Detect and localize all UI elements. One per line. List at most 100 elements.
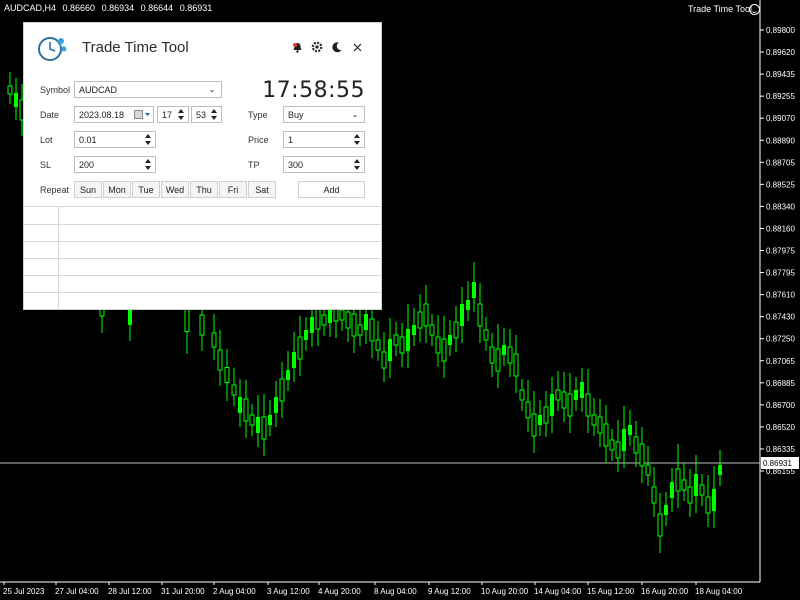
candle-body — [364, 314, 368, 330]
candle-body — [567, 393, 573, 417]
list-row-divider — [24, 258, 381, 259]
candle-body — [297, 336, 303, 360]
candle-body — [292, 352, 296, 368]
tp-input[interactable]: 300 — [283, 156, 365, 173]
candle-body — [472, 282, 476, 298]
time-tick-label: 15 Aug 12:00 — [587, 587, 635, 596]
chart-high: 0.86934 — [101, 3, 135, 13]
time-tick-label: 2 Aug 04:00 — [213, 587, 256, 596]
day-button-sat[interactable]: Sat — [248, 181, 276, 198]
day-button-tue[interactable]: Tue — [132, 181, 160, 198]
symbol-select[interactable]: AUDCAD ⌄ — [74, 81, 222, 98]
indicator-label: Trade Time Tool — [687, 4, 752, 14]
minute-stepper[interactable]: 53 — [191, 106, 222, 123]
candle-body — [460, 304, 464, 326]
bell-icon[interactable] — [291, 41, 303, 53]
candle-body — [597, 416, 603, 434]
candle-body — [268, 415, 272, 425]
candle-body — [574, 390, 578, 400]
sl-input[interactable]: 200 — [74, 156, 156, 173]
type-select[interactable]: Buy ⌄ — [283, 106, 365, 123]
time-tick-label: 4 Aug 20:00 — [318, 587, 361, 596]
moon-icon[interactable] — [331, 41, 343, 53]
spin-arrows-icon[interactable] — [354, 133, 360, 146]
price-input[interactable]: 1 — [283, 131, 365, 148]
candle-body — [477, 303, 483, 327]
candle-body — [495, 348, 501, 372]
time-tick-label: 18 Aug 04:00 — [695, 587, 743, 596]
chevron-down-icon: ⌄ — [208, 85, 216, 94]
candle-body — [249, 414, 255, 426]
candle-body — [441, 338, 447, 362]
list-row-divider — [24, 275, 381, 276]
add-button[interactable]: Add — [298, 181, 365, 198]
calendar-icon[interactable] — [134, 110, 151, 119]
price-tick-label: 0.87065 — [766, 357, 795, 366]
gear-icon[interactable] — [311, 41, 323, 53]
chart-low: 0.86644 — [140, 3, 174, 13]
candle-body — [513, 353, 519, 377]
candle-body — [399, 336, 405, 354]
candle-body — [705, 496, 711, 514]
candle-body — [388, 339, 392, 361]
candle-body — [14, 93, 18, 107]
spin-arrows-icon[interactable] — [354, 158, 360, 171]
candle-body — [453, 321, 459, 339]
candle-body — [369, 318, 375, 342]
price-tick-label: 0.87430 — [766, 313, 795, 322]
hour-stepper[interactable]: 17 — [157, 106, 189, 123]
day-button-sun[interactable]: Sun — [74, 181, 102, 198]
price-tick-label: 0.87795 — [766, 269, 795, 278]
lot-input[interactable]: 0.01 — [74, 131, 156, 148]
candle-body — [507, 346, 513, 364]
time-tick-label: 10 Aug 20:00 — [481, 587, 529, 596]
price-tick-label: 0.88525 — [766, 180, 795, 189]
candle-body — [615, 441, 621, 459]
day-button-mon[interactable]: Mon — [103, 181, 131, 198]
candle-body — [609, 439, 615, 451]
date-label: Date — [40, 110, 60, 120]
time-tick-label: 31 Jul 20:00 — [161, 587, 205, 596]
candle-body — [675, 468, 681, 492]
price-tick-label: 0.86520 — [766, 423, 795, 432]
lot-label: Lot — [40, 135, 53, 145]
candle-body — [489, 346, 495, 364]
schedule-list[interactable] — [24, 206, 381, 310]
candle-body — [657, 513, 663, 537]
spin-arrows-icon[interactable] — [145, 133, 151, 146]
spin-arrows-icon[interactable] — [211, 108, 217, 121]
candle-body — [429, 324, 435, 336]
candle-body — [561, 391, 567, 409]
type-value: Buy — [288, 109, 304, 120]
price-tick-label: 0.88890 — [766, 136, 795, 145]
price-tick-label: 0.87610 — [766, 291, 795, 300]
candle-body — [345, 311, 351, 329]
tp-value: 300 — [288, 159, 304, 170]
price-tick-label: 0.86885 — [766, 379, 795, 388]
time-tick-label: 14 Aug 04:00 — [534, 587, 582, 596]
candle-body — [538, 415, 542, 425]
panel-title: Trade Time Tool — [82, 39, 189, 56]
date-picker[interactable]: 2023.08.18 — [74, 106, 154, 123]
price-tick-label: 0.89070 — [766, 114, 795, 123]
day-button-wed[interactable]: Wed — [161, 181, 189, 198]
day-button-fri[interactable]: Fri — [219, 181, 247, 198]
price-tick-label: 0.89620 — [766, 48, 795, 57]
candle-body — [550, 394, 554, 416]
candle-body — [628, 425, 632, 435]
candle-body — [585, 393, 591, 417]
candle-body — [435, 336, 441, 354]
candle-body — [543, 406, 549, 424]
candle-body — [417, 311, 423, 329]
candle-body — [699, 484, 705, 496]
spin-arrows-icon[interactable] — [178, 108, 184, 121]
spin-arrows-icon[interactable] — [145, 158, 151, 171]
symbol-value: AUDCAD — [79, 84, 118, 95]
lot-value: 0.01 — [79, 134, 97, 145]
close-icon[interactable] — [351, 41, 363, 53]
day-button-thu[interactable]: Thu — [190, 181, 218, 198]
price-tick-label: 0.86700 — [766, 401, 795, 410]
price-tick-label: 0.89800 — [766, 26, 795, 35]
candle-body — [256, 417, 260, 433]
price-tick-label: 0.87250 — [766, 335, 795, 344]
